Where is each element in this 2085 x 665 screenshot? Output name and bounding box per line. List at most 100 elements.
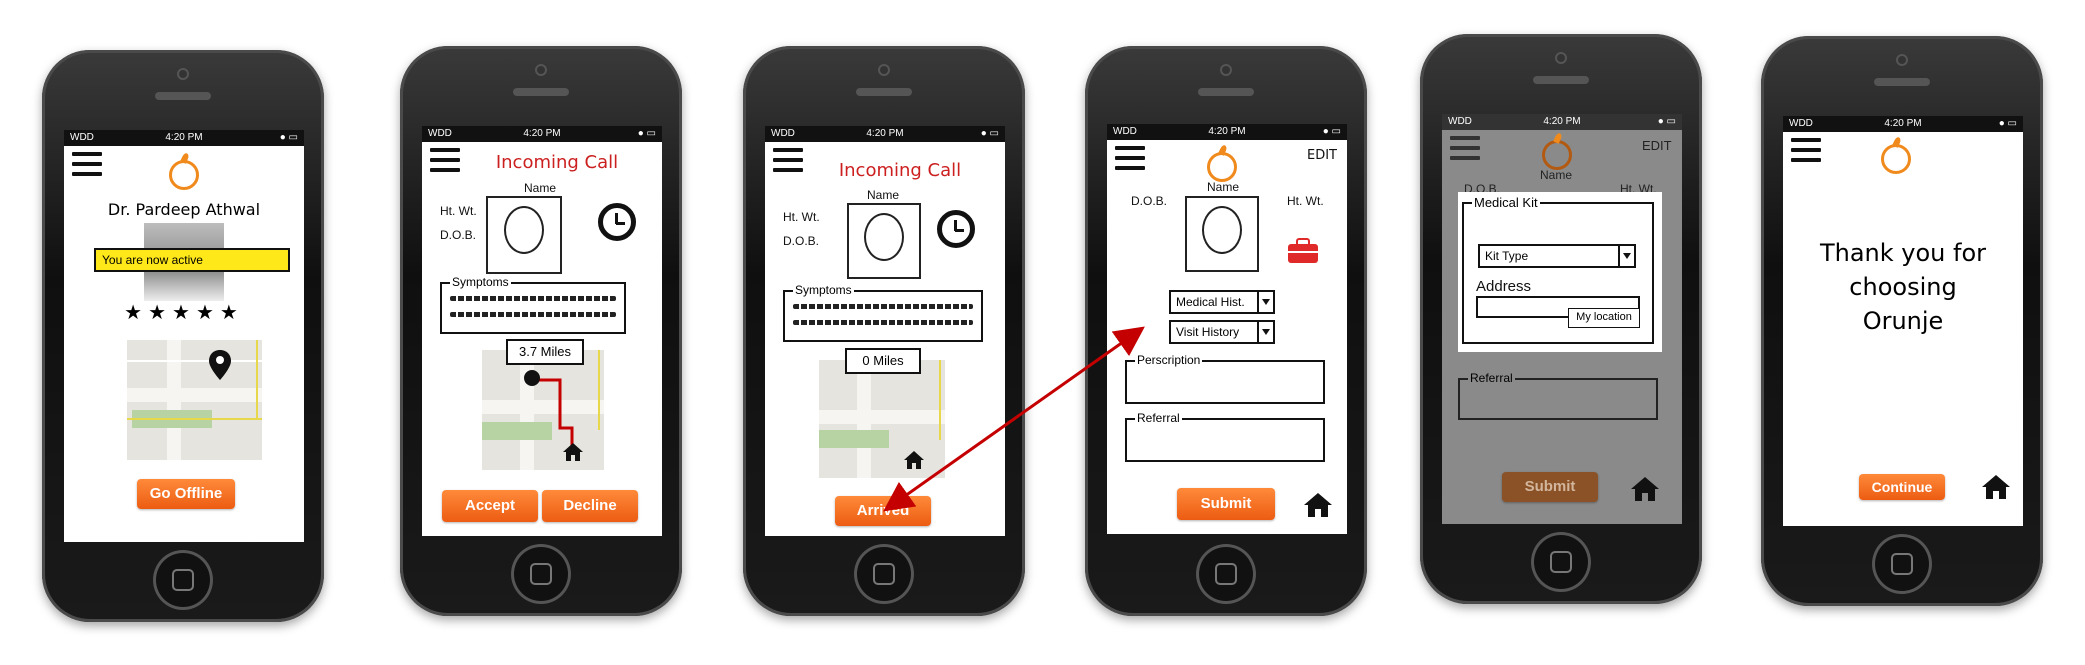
status-time: 4:20 PM [1208,126,1246,137]
symptoms-box: Symptoms [440,275,626,334]
ht-wt-label: Ht. Wt. [1287,194,1324,208]
status-bar: WDD 4:20 PM ● ▭ [422,126,662,142]
menu-icon[interactable] [1450,136,1480,166]
home-button[interactable] [153,550,213,610]
arrived-button[interactable]: Arrived [835,496,931,526]
medical-history-dropdown[interactable]: Medical Hist. [1169,290,1275,314]
patient-photo [847,203,921,279]
referral-field[interactable]: Referral [1458,371,1658,420]
status-time: 4:20 PM [165,132,203,143]
incoming-call-title: Incoming Call [495,152,619,173]
home-button[interactable] [1531,532,1591,592]
dob-label: D.O.B. [783,234,820,248]
speaker-grille [856,88,912,96]
continue-button[interactable]: Continue [1859,474,1945,500]
prescription-field[interactable]: Perscription [1125,353,1325,404]
visit-history-value: Visit History [1176,325,1240,339]
home-button[interactable] [1196,544,1256,604]
status-bar: WDD 4:20 PM ● ▭ [64,130,304,146]
patient-photo [1185,196,1259,272]
logo-icon [1881,144,1911,174]
active-banner: You are now active [94,248,290,272]
address-label: Address [1476,278,1532,295]
camera-icon [1555,52,1567,64]
speaker-grille [155,92,211,100]
camera-icon [1220,64,1232,76]
kit-type-dropdown[interactable]: Kit Type [1478,244,1636,268]
status-time: 4:20 PM [1884,118,1922,129]
edit-link[interactable]: EDIT [1307,148,1337,163]
chevron-down-icon [1257,292,1273,312]
status-bar: WDD 4:20 PM ● ▭ [1442,114,1682,130]
screen-medical-kit: WDD 4:20 PM ● ▭ EDIT Name D.O.B. Ht. Wt.… [1442,114,1682,524]
home-button[interactable] [1872,534,1932,594]
symptoms-box: Symptoms [783,283,983,342]
battery-icon: ● ▭ [1322,126,1341,137]
battery-icon: ● ▭ [279,132,298,143]
incoming-call-title: Incoming Call [838,160,962,181]
dob-label: D.O.B. [1131,194,1168,208]
distance-badge: 0 Miles [845,348,921,374]
thank-you-message: Thank you for choosing Orunje [1819,239,1987,335]
battery-icon: ● ▭ [1657,116,1676,127]
ht-wt-label: Ht. Wt. [783,210,820,224]
speaker-grille [513,88,569,96]
battery-icon: ● ▭ [1998,118,2017,129]
chevron-down-icon [1618,246,1634,266]
medical-kit-icon[interactable] [1287,238,1319,264]
submit-button[interactable]: Submit [1502,472,1598,502]
destination-home-icon [563,443,583,461]
screen-incoming-call: WDD 4:20 PM ● ▭ Incoming Call Name Ht. W… [422,126,662,536]
speaker-grille [1198,88,1254,96]
edit-link[interactable]: EDIT [1642,138,1672,153]
home-icon[interactable] [1981,474,2011,500]
home-button[interactable] [511,544,571,604]
camera-icon [535,64,547,76]
screen-thank-you: WDD 4:20 PM ● ▭ Thank you for choosing O… [1783,116,2023,526]
name-label: Name [1207,180,1240,194]
clock-icon [598,203,636,241]
symptoms-label: Symptoms [793,283,854,297]
decline-button[interactable]: Decline [542,490,638,522]
phone-2: WDD 4:20 PM ● ▭ Incoming Call Name Ht. W… [400,46,682,616]
status-bar: WDD 4:20 PM ● ▭ [765,126,1005,142]
my-location-button[interactable]: My location [1568,308,1640,328]
menu-icon[interactable] [72,152,102,182]
screen-arrived: WDD 4:20 PM ● ▭ Incoming Call Name Ht. W… [765,126,1005,536]
camera-icon [1896,54,1908,66]
prescription-label: Perscription [1135,353,1203,367]
menu-icon[interactable] [1791,138,1821,168]
status-time: 4:20 PM [866,128,904,139]
submit-button[interactable]: Submit [1177,488,1275,520]
phone-1: WDD 4:20 PM ● ▭ Dr. Pardeep Athwal You a… [42,50,324,622]
symptoms-label: Symptoms [450,275,511,289]
doctor-name: Dr. Pardeep Athwal [107,200,261,219]
referral-label: Referral [1468,371,1515,385]
status-bar: WDD 4:20 PM ● ▭ [1783,116,2023,132]
logo-icon [1207,152,1237,182]
kit-type-value: Kit Type [1485,249,1529,263]
speaker-grille [1533,76,1589,84]
referral-field[interactable]: Referral [1125,411,1325,462]
dob-label: D.O.B. [440,228,477,242]
screen-active: WDD 4:20 PM ● ▭ Dr. Pardeep Athwal You a… [64,130,304,542]
home-icon[interactable] [1630,476,1660,502]
accept-button[interactable]: Accept [442,490,538,522]
rating-stars: ★★★★★ [124,302,244,324]
camera-icon [177,68,189,80]
route-line [534,378,574,450]
menu-icon[interactable] [1115,146,1145,176]
home-button[interactable] [854,544,914,604]
go-offline-button[interactable]: Go Offline [137,479,235,509]
visit-history-dropdown[interactable]: Visit History [1169,320,1275,344]
route-map[interactable] [482,350,604,470]
camera-icon [878,64,890,76]
medical-kit-dialog: Medical Kit Kit Type Address My location [1458,192,1662,352]
status-time: 4:20 PM [523,128,561,139]
location-map[interactable] [127,340,262,460]
destination-home-icon [904,451,924,469]
route-map[interactable] [819,360,945,478]
battery-icon: ● ▭ [980,128,999,139]
home-icon[interactable] [1303,492,1333,518]
status-bar: WDD 4:20 PM ● ▭ [1107,124,1347,140]
